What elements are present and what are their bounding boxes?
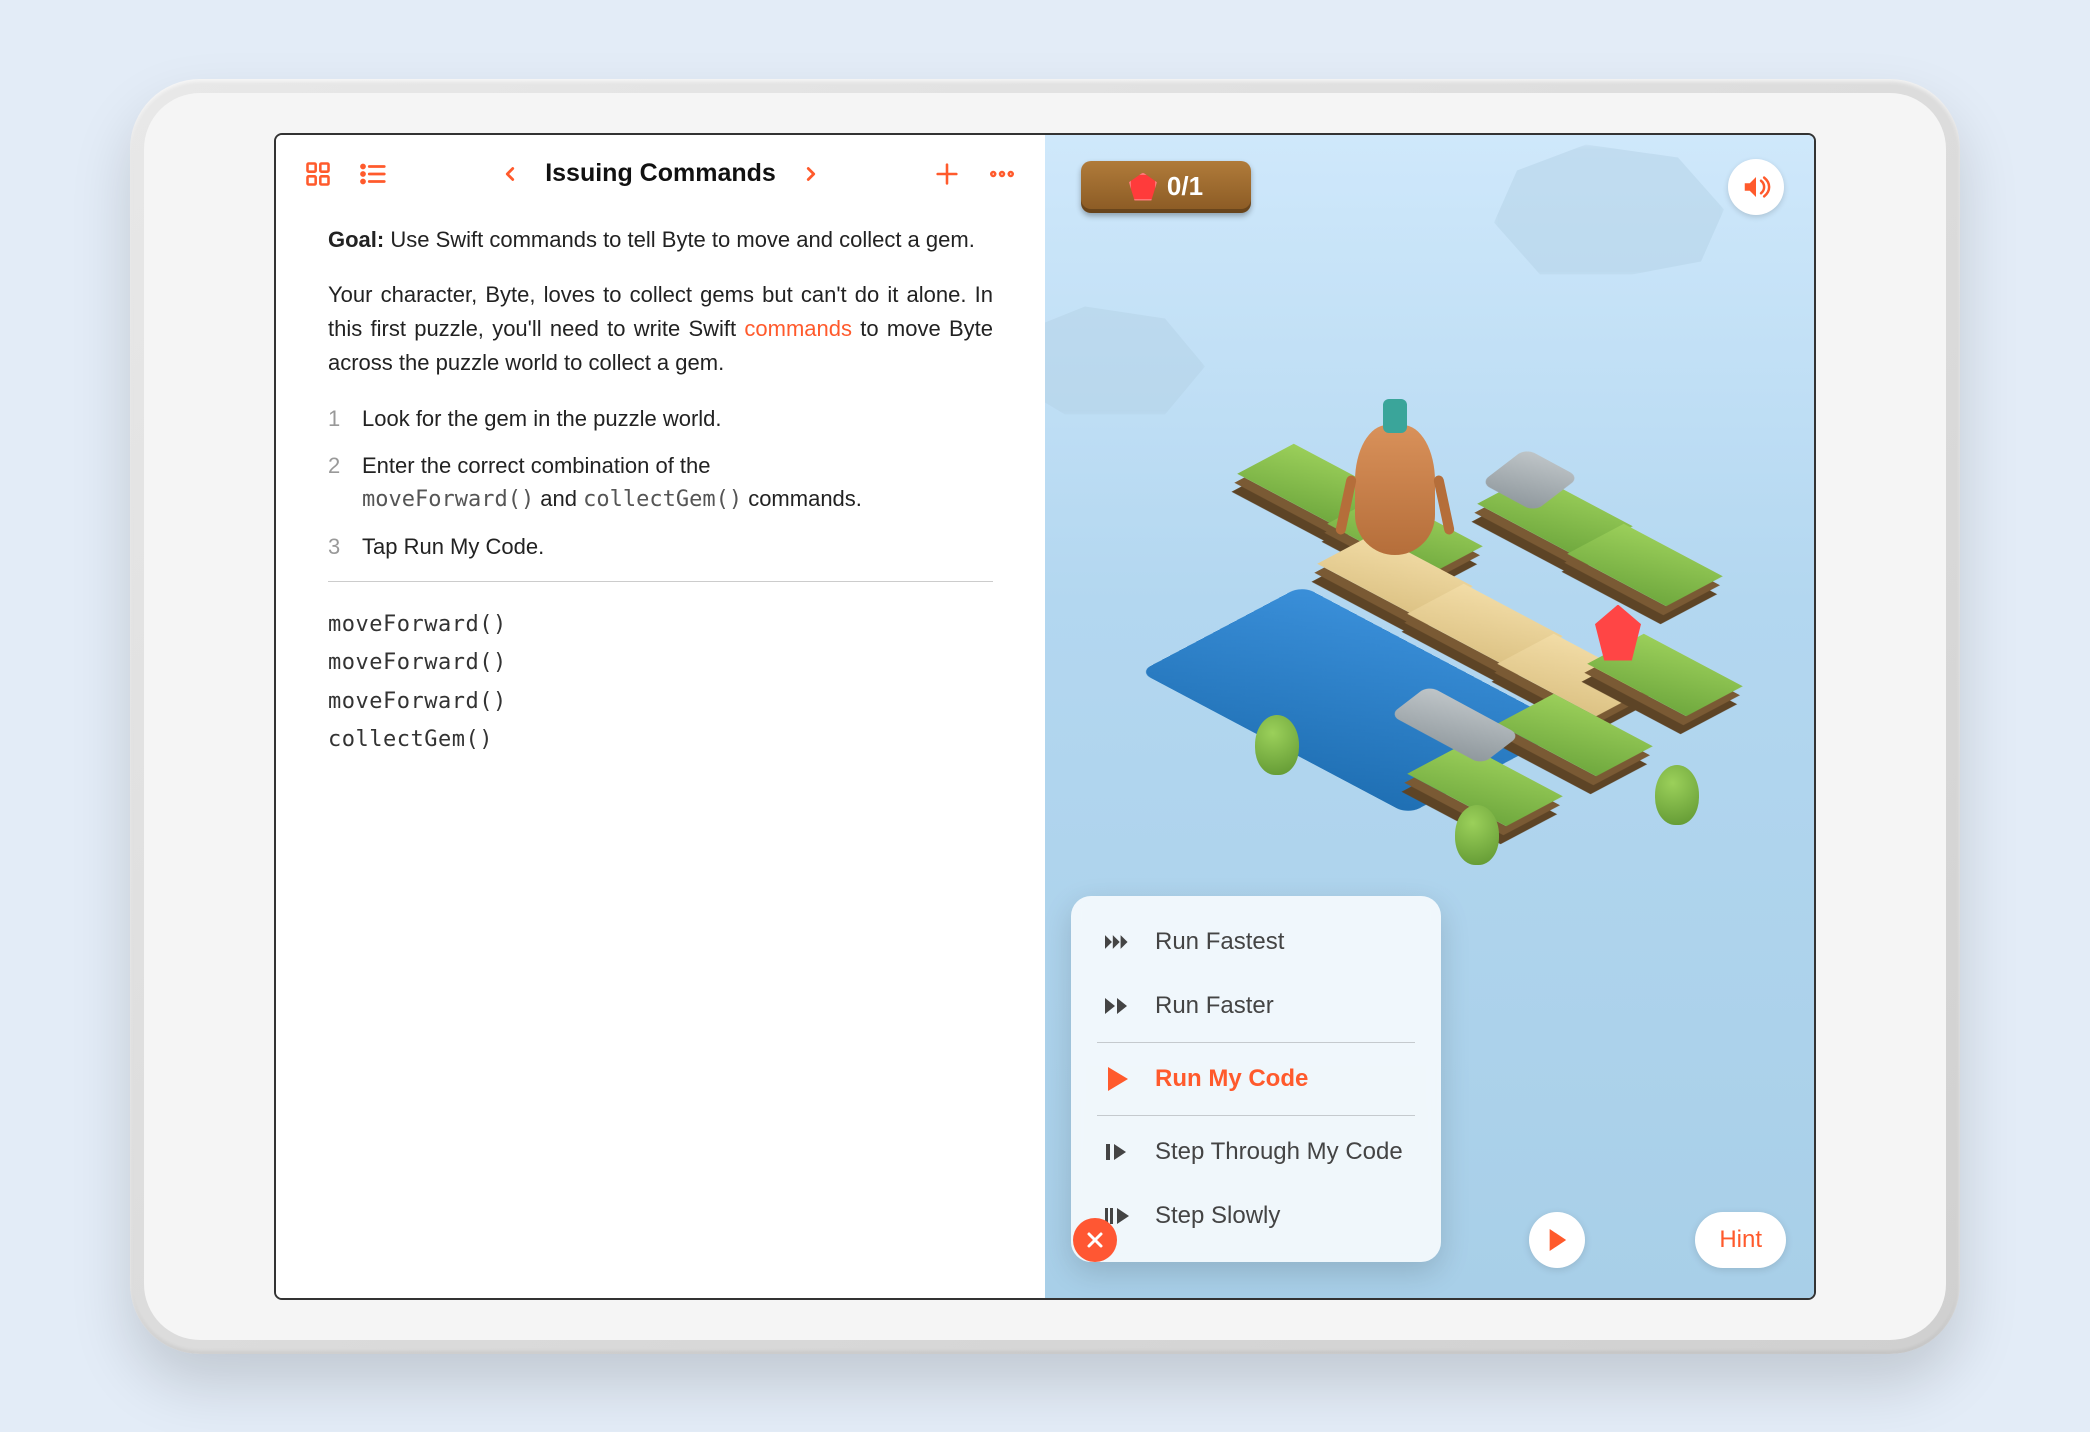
step-1: 1 Look for the gem in the puzzle world. bbox=[328, 402, 993, 435]
steps-list: 1 Look for the gem in the puzzle world. … bbox=[328, 402, 993, 563]
bottom-controls: Hint bbox=[1045, 1212, 1814, 1268]
intro-paragraph: Your character, Byte, loves to collect g… bbox=[328, 278, 993, 380]
sound-button[interactable] bbox=[1728, 159, 1784, 215]
goal-label: Goal: bbox=[328, 227, 384, 252]
menu-divider bbox=[1097, 1115, 1415, 1116]
run-faster-item[interactable]: Run Faster bbox=[1075, 974, 1437, 1038]
menu-divider bbox=[1097, 1042, 1415, 1043]
hint-label: Hint bbox=[1719, 1226, 1762, 1254]
byte-character bbox=[1355, 425, 1445, 585]
close-button[interactable] bbox=[1073, 1218, 1117, 1262]
bush bbox=[1655, 765, 1699, 825]
step-through-item[interactable]: Step Through My Code bbox=[1075, 1120, 1437, 1184]
hint-button[interactable]: Hint bbox=[1695, 1212, 1786, 1268]
fast-forward-3-icon bbox=[1103, 932, 1133, 952]
gem-icon bbox=[1129, 173, 1157, 201]
step-3: 3 Tap Run My Code. bbox=[328, 530, 993, 563]
more-icon[interactable] bbox=[987, 159, 1017, 189]
ipad-frame: Issuing Commands Goal: Use Swift com bbox=[130, 79, 1960, 1354]
run-my-code-item[interactable]: Run My Code bbox=[1075, 1047, 1437, 1111]
goal-paragraph: Goal: Use Swift commands to tell Byte to… bbox=[328, 223, 993, 256]
run-item-label: Run My Code bbox=[1155, 1065, 1308, 1093]
goal-text: Use Swift commands to tell Byte to move … bbox=[384, 227, 975, 252]
run-fastest-item[interactable]: Run Fastest bbox=[1075, 910, 1437, 974]
commands-link[interactable]: commands bbox=[744, 316, 852, 341]
step-2: 2 Enter the correct combination of the m… bbox=[328, 449, 993, 516]
prev-chevron-icon[interactable] bbox=[499, 160, 521, 188]
list-icon[interactable] bbox=[358, 159, 388, 189]
editor-toolbar: Issuing Commands bbox=[276, 135, 1045, 213]
play-button[interactable] bbox=[1529, 1212, 1585, 1268]
gem-counter: 0/1 bbox=[1081, 161, 1251, 213]
bush bbox=[1455, 805, 1499, 865]
step-icon bbox=[1103, 1142, 1133, 1162]
fast-forward-icon bbox=[1103, 996, 1133, 1016]
next-chevron-icon[interactable] bbox=[800, 160, 822, 188]
lesson-content: Goal: Use Swift commands to tell Byte to… bbox=[276, 213, 1045, 760]
cloud-decoration bbox=[1494, 145, 1724, 275]
code-line[interactable]: moveForward() bbox=[328, 683, 993, 722]
gem-count-text: 0/1 bbox=[1167, 171, 1203, 202]
app-screen: Issuing Commands Goal: Use Swift com bbox=[274, 133, 1816, 1300]
bush bbox=[1255, 715, 1299, 775]
code-editor[interactable]: moveForward() moveForward() moveForward(… bbox=[328, 606, 993, 760]
run-item-label: Run Faster bbox=[1155, 992, 1274, 1020]
run-menu: Run Fastest Run Faster Run My Code St bbox=[1071, 896, 1441, 1262]
divider bbox=[328, 581, 993, 582]
run-item-label: Run Fastest bbox=[1155, 928, 1284, 956]
play-icon bbox=[1103, 1067, 1133, 1091]
puzzle-world-pane[interactable]: 0/1 bbox=[1045, 135, 1814, 1298]
grid-icon[interactable] bbox=[304, 160, 332, 188]
add-icon[interactable] bbox=[933, 160, 961, 188]
code-line[interactable]: collectGem() bbox=[328, 721, 993, 760]
code-line[interactable]: moveForward() bbox=[328, 606, 993, 645]
lesson-title[interactable]: Issuing Commands bbox=[545, 159, 776, 188]
run-item-label: Step Through My Code bbox=[1155, 1138, 1403, 1166]
code-line[interactable]: moveForward() bbox=[328, 644, 993, 683]
editor-pane: Issuing Commands Goal: Use Swift com bbox=[276, 135, 1045, 1298]
